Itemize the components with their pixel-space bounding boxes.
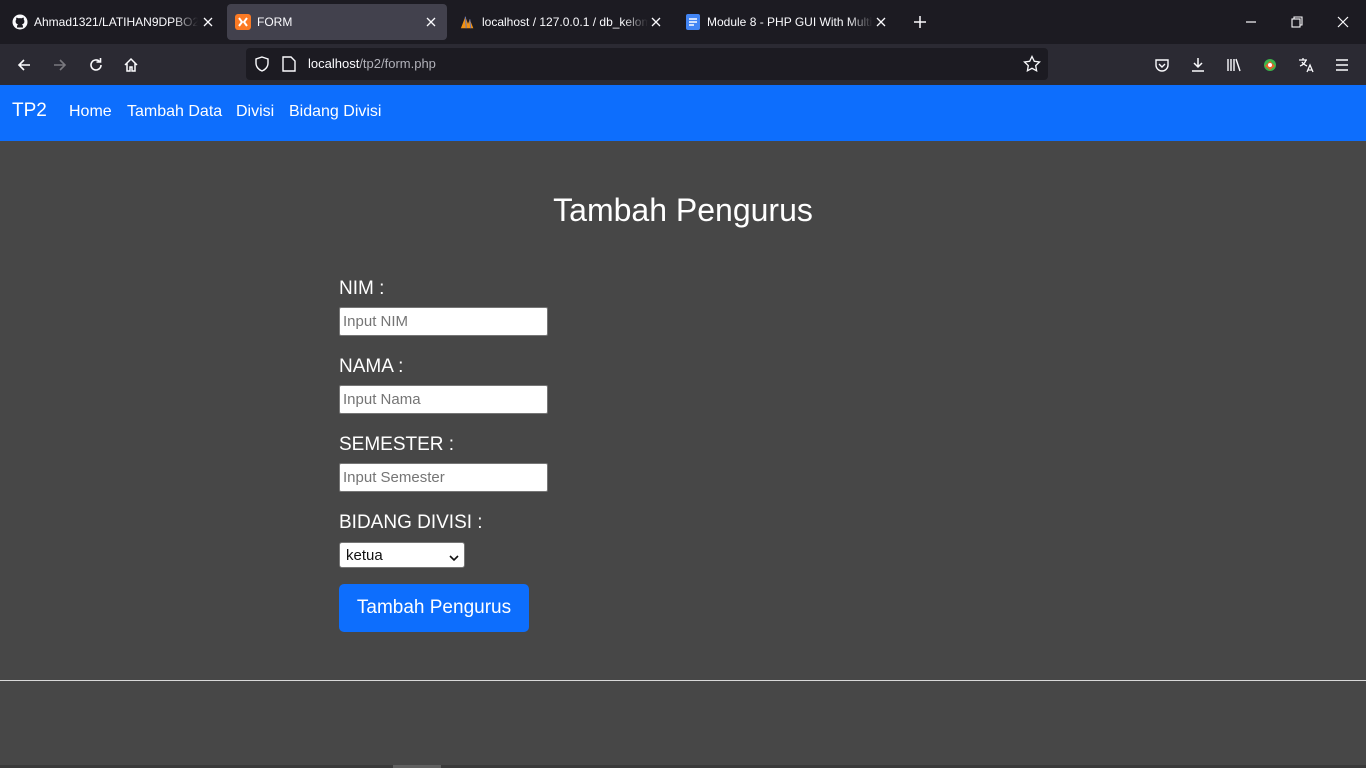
- bookmark-star-icon[interactable]: [1022, 54, 1042, 74]
- close-icon[interactable]: [200, 14, 216, 30]
- tab-google-docs[interactable]: Module 8 - PHP GUI With Multiple: [677, 4, 895, 40]
- nama-input[interactable]: [339, 385, 548, 414]
- tab-title: localhost / 127.0.0.1 / db_kelompok: [482, 15, 648, 29]
- menu-icon[interactable]: [1330, 53, 1354, 77]
- tab-title: FORM: [257, 15, 293, 29]
- site-navbar: TP2 Home Tambah Data Divisi Bidang Divis…: [0, 85, 1366, 141]
- back-arrow-icon[interactable]: [11, 52, 37, 78]
- minimize-icon[interactable]: [1237, 8, 1265, 36]
- forward-arrow-icon[interactable]: [47, 52, 73, 78]
- close-icon[interactable]: [873, 14, 889, 30]
- semester-input[interactable]: [339, 463, 548, 492]
- page-icon[interactable]: [282, 56, 296, 72]
- pocket-icon[interactable]: [1150, 53, 1174, 77]
- library-icon[interactable]: [1222, 53, 1246, 77]
- close-icon[interactable]: [423, 14, 439, 30]
- nav-link-tambah-data[interactable]: Tambah Data: [127, 103, 222, 121]
- browser-toolbar: localhost/tp2/form.php: [0, 44, 1366, 85]
- semester-label: SEMESTER :: [339, 434, 455, 455]
- translate-icon[interactable]: [1294, 53, 1318, 77]
- google-docs-icon: [685, 14, 701, 30]
- restore-icon[interactable]: [1283, 8, 1311, 36]
- chevron-down-icon: [449, 550, 459, 562]
- new-tab-button[interactable]: [908, 10, 932, 34]
- shield-icon[interactable]: [254, 56, 270, 72]
- url-bar[interactable]: localhost/tp2/form.php: [246, 48, 1048, 80]
- nav-link-home[interactable]: Home: [69, 103, 112, 121]
- page-title: Tambah Pengurus: [553, 192, 813, 228]
- xampp-icon: [235, 14, 251, 30]
- nav-link-divisi[interactable]: Divisi: [236, 103, 274, 121]
- tab-github[interactable]: Ahmad1321/LATIHAN9DPBO2022: [4, 4, 222, 40]
- nav-link-bidang-divisi[interactable]: Bidang Divisi: [289, 103, 381, 121]
- github-icon: [12, 14, 28, 30]
- tambah-pengurus-button[interactable]: Tambah Pengurus: [339, 584, 529, 632]
- url-text[interactable]: localhost/tp2/form.php: [308, 56, 436, 71]
- close-icon[interactable]: [648, 14, 664, 30]
- phpmyadmin-icon: [460, 14, 476, 30]
- select-value: ketua: [346, 547, 383, 564]
- download-icon[interactable]: [1186, 53, 1210, 77]
- tab-form[interactable]: FORM: [227, 4, 447, 40]
- url-host: localhost: [308, 56, 360, 71]
- footer-divider: [0, 680, 1366, 681]
- extension-icon[interactable]: [1258, 53, 1282, 77]
- url-path: /tp2/form.php: [359, 56, 436, 71]
- tab-title: Ahmad1321/LATIHAN9DPBO2022: [34, 15, 198, 29]
- bidang-divisi-label: BIDANG DIVISI :: [339, 512, 483, 533]
- home-icon[interactable]: [118, 52, 144, 78]
- nim-label: NIM :: [339, 278, 385, 299]
- reload-icon[interactable]: [83, 52, 109, 78]
- brand-link[interactable]: TP2: [12, 100, 47, 122]
- bidang-divisi-select[interactable]: ketua: [339, 542, 465, 568]
- close-window-icon[interactable]: [1329, 8, 1357, 36]
- nim-input[interactable]: [339, 307, 548, 336]
- tab-strip: Ahmad1321/LATIHAN9DPBO2022 FORM localhos…: [0, 0, 1366, 44]
- nama-label: NAMA :: [339, 356, 404, 377]
- tab-phpmyadmin[interactable]: localhost / 127.0.0.1 / db_kelompok: [452, 4, 670, 40]
- tab-title: Module 8 - PHP GUI With Multiple: [707, 15, 873, 29]
